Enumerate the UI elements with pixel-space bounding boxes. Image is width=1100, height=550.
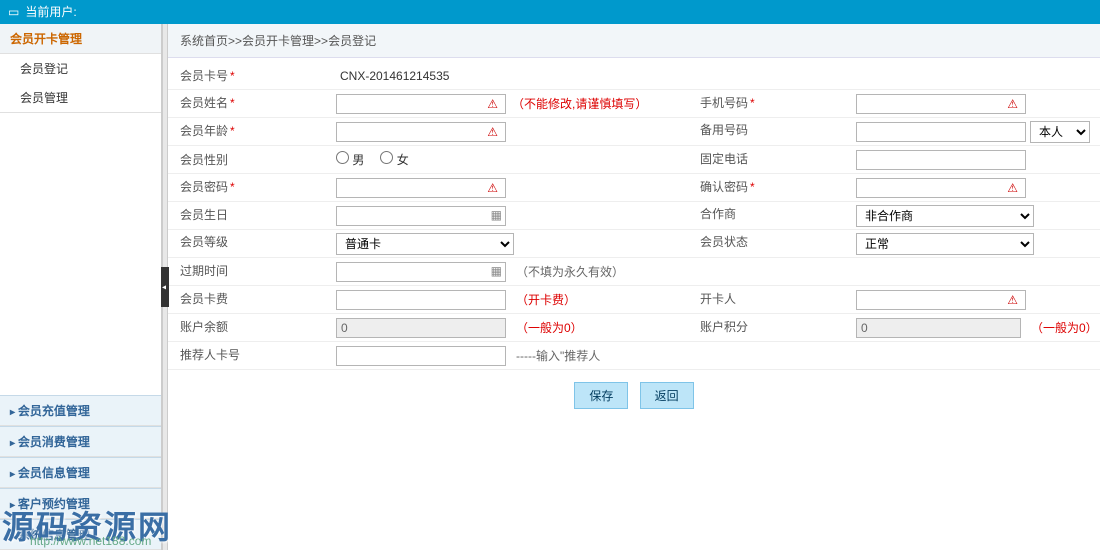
label-gender: 会员性别 [180,153,228,167]
label-balance: 账户余额 [180,320,228,334]
label-password: 会员密码 [180,180,228,194]
expire-input[interactable] [336,262,506,282]
card-fee-input[interactable] [336,290,506,310]
label-birthday: 会员生日 [180,208,228,222]
window-icon: ▭ [8,0,19,24]
hint-balance: （一般为0） [516,319,583,336]
gender-male-option[interactable]: 男 [336,151,364,168]
current-user-label: 当前用户: [25,0,76,24]
sidebar-section-recharge[interactable]: 会员充值管理 [0,395,161,426]
label-level: 会员等级 [180,235,228,249]
opener-input[interactable] [856,290,1026,310]
balance-input [336,318,506,338]
sidebar-section-appoint[interactable]: 客户预约管理 [0,488,161,519]
gender-female-option[interactable]: 女 [380,151,408,168]
breadcrumb-section[interactable]: 会员开卡管理 [242,34,314,48]
name-input[interactable] [336,94,506,114]
label-opener: 开卡人 [700,292,736,306]
points-input [856,318,1021,338]
back-button[interactable]: 返回 [640,382,694,409]
sidebar-section-consume[interactable]: 会员消费管理 [0,426,161,457]
breadcrumb-home[interactable]: 系统首页 [180,34,228,48]
topbar: ▭ 当前用户: [0,0,1100,24]
save-button[interactable]: 保存 [574,382,628,409]
sidebar-section-system[interactable]: 系统信息管理 [0,519,161,550]
label-mobile: 手机号码 [700,96,748,110]
birthday-input[interactable] [336,206,506,226]
breadcrumb-page: 会员登记 [328,34,376,48]
hint-points: （一般为0） [1031,319,1092,336]
sidebar-item-register[interactable]: 会员登记 [0,54,161,83]
label-card-fee: 会员卡费 [180,292,228,306]
label-card-no: 会员卡号 [180,69,228,83]
label-points: 账户积分 [700,320,748,334]
mobile-input[interactable] [856,94,1026,114]
breadcrumb: 系统首页>>会员开卡管理>>会员登记 [168,24,1100,58]
confirm-password-input[interactable] [856,178,1026,198]
label-status: 会员状态 [700,235,748,249]
sidebar-section-card-mgmt[interactable]: 会员开卡管理 [0,24,161,54]
label-name: 会员姓名 [180,96,228,110]
sidebar-section-info[interactable]: 会员信息管理 [0,457,161,488]
label-fixed-phone: 固定电话 [700,152,748,166]
label-confirm-password: 确认密码 [700,180,748,194]
label-alt-phone: 备用号码 [700,123,748,137]
splitter[interactable] [162,24,168,550]
password-input[interactable] [336,178,506,198]
partner-select[interactable]: 非合作商 [856,205,1034,227]
label-referrer: 推荐人卡号 [180,348,240,362]
sidebar-item-manage[interactable]: 会员管理 [0,83,161,112]
age-input[interactable] [336,122,506,142]
referrer-input[interactable] [336,346,506,366]
hint-expire: （不填为永久有效） [516,263,624,280]
level-select[interactable]: 普通卡 [336,233,514,255]
main-panel: 系统首页>>会员开卡管理>>会员登记 会员卡号* CNX-20146121453… [168,24,1100,550]
label-age: 会员年龄 [180,124,228,138]
hint-referrer: -----输入"推荐人 [516,347,600,364]
label-partner: 合作商 [700,207,736,221]
fixed-phone-input[interactable] [856,150,1026,170]
alt-phone-input[interactable] [856,122,1026,142]
sidebar: 会员开卡管理 会员登记 会员管理 会员充值管理 会员消费管理 会员信息管理 客户… [0,24,162,550]
hint-name: （不能修改,请谨慎填写） [512,95,647,112]
hint-card-fee: （开卡费） [516,291,576,308]
member-form: 会员卡号* CNX-201461214535 会员姓名* （不能修改,请谨慎填写… [168,58,1100,425]
alt-phone-relation-select[interactable]: 本人 [1030,121,1090,143]
value-card-no: CNX-201461214535 [336,69,449,83]
splitter-handle-icon[interactable] [161,267,169,307]
status-select[interactable]: 正常 [856,233,1034,255]
label-expire: 过期时间 [180,264,228,278]
